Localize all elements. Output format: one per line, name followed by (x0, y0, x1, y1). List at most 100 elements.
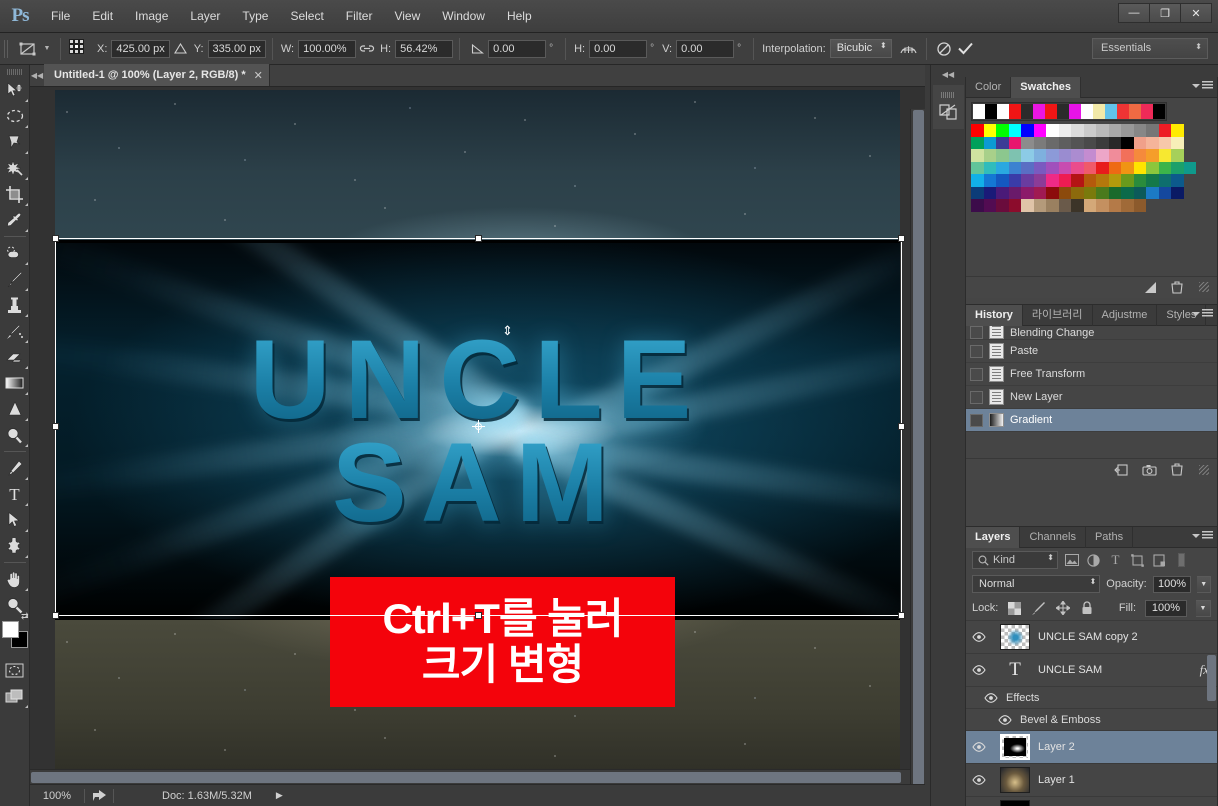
color-swatch[interactable] (1134, 137, 1147, 150)
delete-swatch-icon[interactable] (1171, 281, 1183, 294)
tab-adjustments[interactable]: Adjustme (1093, 305, 1158, 326)
color-swatch[interactable] (1171, 174, 1184, 187)
color-swatch[interactable] (1109, 199, 1122, 212)
rotation-input[interactable]: 0.00 (488, 40, 546, 58)
color-swatch[interactable] (984, 149, 997, 162)
recent-swatch[interactable] (1033, 104, 1045, 119)
recent-swatch[interactable] (1081, 104, 1093, 119)
color-swatch[interactable] (1084, 137, 1097, 150)
history-source-checkbox[interactable] (970, 368, 983, 381)
color-swatch[interactable] (1059, 199, 1072, 212)
tab-swatches[interactable]: Swatches (1011, 77, 1081, 98)
canvas-horizontal-scrollbar[interactable] (30, 769, 910, 784)
color-swatch[interactable] (1121, 124, 1134, 137)
color-swatch[interactable] (1171, 187, 1184, 200)
color-swatch[interactable] (1021, 174, 1034, 187)
color-swatch[interactable] (1159, 149, 1172, 162)
color-swatch[interactable] (1046, 149, 1059, 162)
color-swatch[interactable] (1096, 137, 1109, 150)
eraser-tool[interactable] (1, 344, 29, 370)
color-swatch[interactable] (1159, 162, 1172, 175)
color-swatch[interactable] (1046, 124, 1059, 137)
screen-mode-icon[interactable] (1, 683, 29, 709)
layer-thumbnail[interactable] (1000, 800, 1030, 806)
layer-thumbnail[interactable] (1000, 624, 1030, 650)
triangle-delta-icon[interactable] (170, 39, 192, 59)
color-swatch[interactable] (996, 124, 1009, 137)
recent-swatch[interactable] (1057, 104, 1069, 119)
skew-v-input[interactable]: 0.00 (676, 40, 734, 58)
path-selection-tool[interactable] (1, 507, 29, 533)
color-swatch[interactable] (996, 162, 1009, 175)
color-swatch[interactable] (1121, 149, 1134, 162)
reference-point-grid[interactable] (69, 39, 89, 59)
history-brush-tool[interactable] (1, 318, 29, 344)
color-swatch[interactable] (1071, 124, 1084, 137)
color-swatch[interactable] (971, 162, 984, 175)
color-swatch[interactable] (1009, 162, 1022, 175)
height-input[interactable]: 56.42% (395, 40, 453, 58)
new-document-from-state-icon[interactable] (1114, 463, 1128, 476)
width-input[interactable]: 100.00% (298, 40, 356, 58)
swatches-panel-menu-icon[interactable] (1192, 81, 1213, 90)
color-swatch[interactable] (1046, 137, 1059, 150)
color-swatch[interactable] (1171, 137, 1184, 150)
color-swatch[interactable] (1059, 149, 1072, 162)
collapse-tabs-icon[interactable]: ◀◀ (30, 64, 44, 86)
color-swatch[interactable] (1059, 124, 1072, 137)
color-swatch[interactable] (1134, 124, 1147, 137)
color-swatch[interactable] (1121, 162, 1134, 175)
menu-view[interactable]: View (383, 5, 431, 27)
history-source-checkbox[interactable] (970, 345, 983, 358)
workspace-switcher[interactable]: Essentials ⬍ (1092, 38, 1208, 59)
color-swatch[interactable] (1109, 187, 1122, 200)
canvas-image[interactable]: UNCLE SAM Ctrl+T를 눌러 크기 변형 (55, 90, 900, 775)
custom-shape-tool[interactable] (1, 533, 29, 559)
color-swatch[interactable] (1109, 124, 1122, 137)
new-swatch-icon[interactable] (1144, 281, 1157, 294)
color-swatch[interactable] (1071, 187, 1084, 200)
color-swatch[interactable] (971, 149, 984, 162)
color-swatch[interactable] (1034, 187, 1047, 200)
y-input[interactable]: 335.00 px (208, 40, 266, 58)
color-swatch[interactable] (1034, 149, 1047, 162)
clone-stamp-tool[interactable] (1, 292, 29, 318)
color-swatches-tool[interactable]: ⇄ (1, 621, 29, 651)
color-swatch[interactable] (1034, 174, 1047, 187)
recent-swatch[interactable] (997, 104, 1009, 119)
visibility-eye-icon[interactable] (966, 665, 992, 675)
color-swatch[interactable] (1121, 174, 1134, 187)
recent-swatch[interactable] (1069, 104, 1081, 119)
color-swatch[interactable] (1059, 187, 1072, 200)
workspace-select[interactable]: Essentials ⬍ (1092, 38, 1208, 59)
blend-mode-select[interactable]: Normal ⬍ (972, 575, 1100, 593)
cancel-transform-icon[interactable] (933, 39, 955, 59)
filter-smartobject-icon[interactable] (1151, 552, 1168, 569)
history-panel-menu-icon[interactable] (1192, 309, 1213, 318)
color-swatch[interactable] (1121, 187, 1134, 200)
history-source-checkbox[interactable] (970, 414, 983, 427)
menu-filter[interactable]: Filter (335, 5, 384, 27)
layer-effects-group-row[interactable]: Effects (966, 687, 1217, 709)
color-swatch[interactable] (1084, 124, 1097, 137)
color-swatch[interactable] (996, 149, 1009, 162)
quick-mask-icon[interactable] (1, 657, 29, 683)
color-swatch[interactable] (1121, 199, 1134, 212)
canvas-viewport[interactable]: UNCLE SAM Ctrl+T를 눌러 크기 변형 (30, 87, 925, 784)
color-swatch[interactable] (1009, 124, 1022, 137)
quick-selection-tool[interactable] (1, 155, 29, 181)
x-input[interactable]: 425.00 px (111, 40, 169, 58)
lasso-tool[interactable] (1, 129, 29, 155)
color-swatch[interactable] (1096, 124, 1109, 137)
menu-layer[interactable]: Layer (179, 5, 231, 27)
color-swatch[interactable] (1134, 149, 1147, 162)
color-swatch[interactable] (1171, 149, 1184, 162)
recent-swatch[interactable] (1153, 104, 1165, 119)
color-swatch[interactable] (1046, 199, 1059, 212)
color-swatch[interactable] (1084, 187, 1097, 200)
gradient-tool[interactable] (1, 370, 29, 396)
color-swatch[interactable] (971, 174, 984, 187)
history-state-row[interactable]: Free Transform (966, 363, 1217, 386)
color-swatch[interactable] (1109, 149, 1122, 162)
color-swatch[interactable] (1059, 137, 1072, 150)
